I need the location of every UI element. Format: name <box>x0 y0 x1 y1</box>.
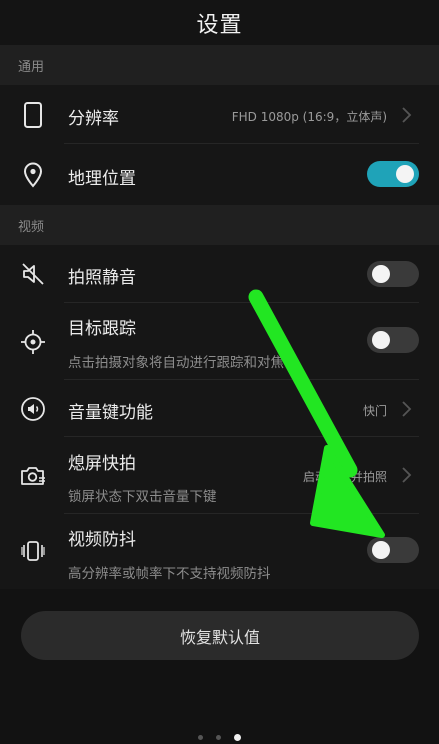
quick-camera-icon <box>18 461 48 491</box>
setting-label: 视频防抖 <box>68 530 136 550</box>
chevron-right-icon <box>399 105 413 125</box>
section-title-general: 通用 <box>18 59 45 75</box>
setting-label: 熄屏快拍 <box>68 454 136 474</box>
toggle-knob <box>372 541 390 559</box>
stabilize-icon <box>18 536 48 566</box>
section-title-video: 视频 <box>18 219 45 235</box>
toggle-knob <box>396 165 414 183</box>
setting-volume-key[interactable]: 音量键功能 快门 <box>0 380 439 437</box>
section-header-general: 通用 <box>0 45 439 85</box>
setting-description: 锁屏状态下双击音量下键 <box>68 489 217 505</box>
page-indicator <box>0 731 439 743</box>
setting-resolution[interactable]: 分辨率 FHD 1080p (16:9，立体声) <box>0 85 439 144</box>
setting-label: 拍照静音 <box>68 268 136 288</box>
page-dot <box>198 734 203 740</box>
title-bar: 设置 <box>0 0 439 45</box>
location-toggle[interactable] <box>367 161 419 187</box>
mute-speaker-icon <box>18 259 48 289</box>
setting-tracking[interactable]: 目标跟踪 点击拍摄对象将自动进行跟踪和对焦 <box>0 303 439 380</box>
page-title: 设置 <box>196 12 243 38</box>
setting-value: 快门 <box>362 404 387 418</box>
setting-value: 启动相机并拍照 <box>302 470 387 484</box>
setting-label: 分辨率 <box>68 109 119 129</box>
chevron-right-icon <box>399 399 413 419</box>
setting-label: 目标跟踪 <box>68 319 136 339</box>
setting-label: 音量键功能 <box>68 403 153 423</box>
page-dot <box>216 734 221 740</box>
tracking-toggle[interactable] <box>367 327 419 353</box>
section-header-video: 视频 <box>0 205 439 245</box>
setting-description: 点击拍摄对象将自动进行跟踪和对焦 <box>68 355 284 371</box>
setting-value: FHD 1080p (16:9，立体声) <box>231 110 387 124</box>
setting-label: 地理位置 <box>68 169 136 189</box>
setting-description: 高分辨率或帧率下不支持视频防抖 <box>68 566 271 582</box>
target-icon <box>18 327 48 357</box>
toggle-knob <box>372 331 390 349</box>
stabilization-toggle[interactable] <box>367 537 419 563</box>
mute-toggle[interactable] <box>367 261 419 287</box>
reset-defaults-button[interactable]: 恢复默认值 <box>21 611 419 660</box>
volume-icon <box>18 394 48 424</box>
toggle-knob <box>372 265 390 283</box>
setting-screen-off-snap[interactable]: 熄屏快拍 锁屏状态下双击音量下键 启动相机并拍照 <box>0 437 439 514</box>
setting-video-stabilization[interactable]: 视频防抖 高分辨率或帧率下不支持视频防抖 <box>0 514 439 589</box>
location-pin-icon <box>18 160 48 190</box>
setting-mute[interactable]: 拍照静音 <box>0 245 439 303</box>
page-dot-active <box>234 733 241 741</box>
phone-icon <box>18 100 48 130</box>
setting-location[interactable]: 地理位置 <box>0 144 439 205</box>
chevron-right-icon <box>399 465 413 485</box>
